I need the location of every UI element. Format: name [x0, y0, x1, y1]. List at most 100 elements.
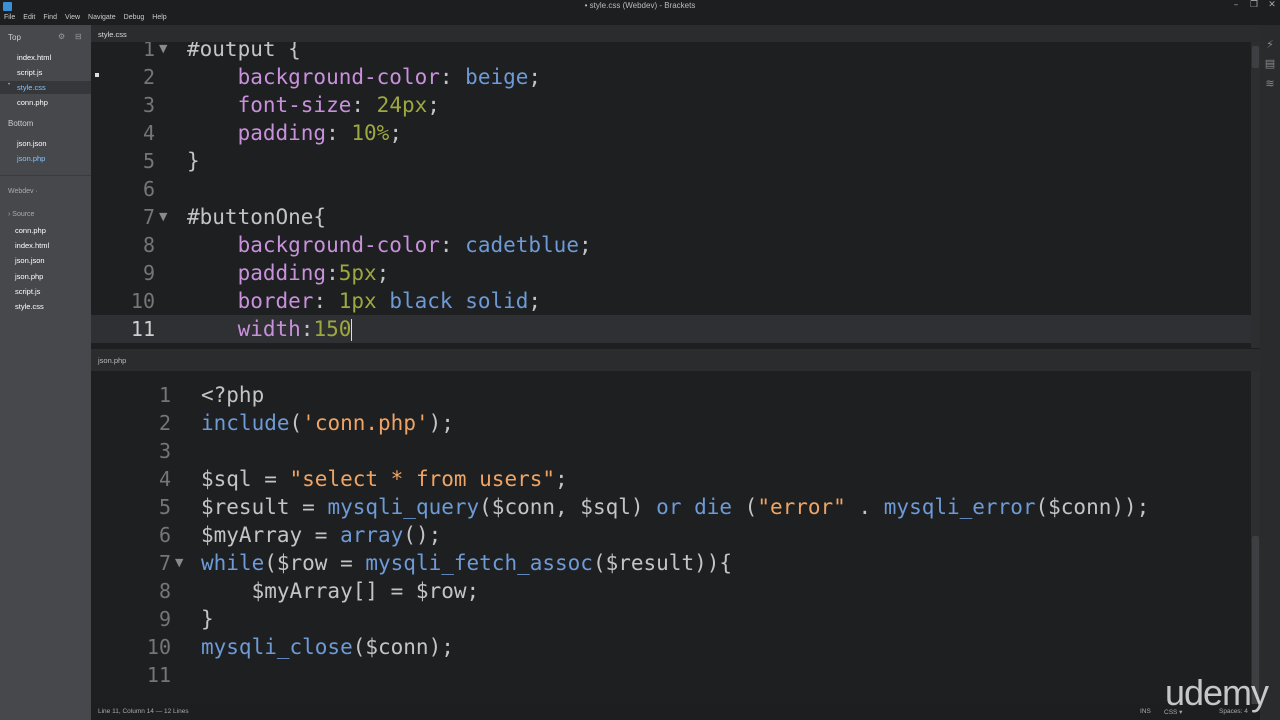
- maximize-button[interactable]: ❐: [1244, 0, 1264, 10]
- menu-find[interactable]: Find: [39, 12, 61, 25]
- code-line: font-size: 24px;: [187, 91, 440, 119]
- menu-debug[interactable]: Debug: [120, 12, 149, 25]
- code-line: $myArray[] = $row;: [201, 577, 480, 605]
- code-token: mysqli_close: [201, 635, 353, 659]
- gear-icon[interactable]: ⚙: [58, 32, 65, 41]
- code-token: background-color: [187, 65, 440, 89]
- working-file-conn-php[interactable]: conn.php: [17, 98, 48, 107]
- bottom-pane-tab[interactable]: json.php: [98, 356, 126, 365]
- top-editor-pane[interactable]: 1 ▼ #output {2 background-color: beige; 3 f…: [91, 42, 1251, 348]
- udemy-watermark: udemy: [1164, 672, 1269, 713]
- code-token: "error": [757, 495, 846, 519]
- project-dropdown[interactable]: Webdev ·: [8, 188, 38, 195]
- close-button[interactable]: ✕: [1262, 0, 1280, 10]
- bottom-file-json-php[interactable]: json.php: [17, 154, 45, 163]
- line-number: 10: [146, 635, 171, 659]
- code-token: mysqli_fetch_assoc: [365, 551, 593, 575]
- menu-help[interactable]: Help: [148, 12, 170, 25]
- code-token: 24px: [376, 93, 428, 117]
- code-token: 5px: [338, 261, 377, 285]
- live-preview-icon[interactable]: ⚡: [1264, 39, 1276, 51]
- code-token: $result =: [201, 495, 328, 519]
- code-token: padding: [187, 261, 327, 285]
- line-number: 4: [158, 467, 171, 491]
- code-token: ($result)){: [592, 551, 733, 575]
- code-token: ($conn));: [1035, 495, 1150, 519]
- working-files-bottom-label: Bottom: [8, 119, 34, 128]
- code-token: border: [187, 289, 314, 313]
- code-token: :: [313, 289, 339, 313]
- code-token: :: [351, 93, 377, 117]
- code-token: <?php: [201, 383, 265, 407]
- fold-arrow-icon[interactable]: ▼: [159, 42, 167, 55]
- code-line: width:150: [187, 315, 353, 343]
- extension-manager-icon[interactable]: ▤: [1264, 58, 1276, 70]
- working-file-style-css[interactable]: style.css: [17, 83, 46, 92]
- code-token: ($conn);: [352, 635, 454, 659]
- source-folder[interactable]: › Source: [8, 211, 34, 218]
- code-token: ;: [376, 261, 390, 285]
- bottom-editor-pane[interactable]: 1 <?php 2 include('conn.php'); 3 4 $sql = "sel…: [91, 371, 1251, 704]
- minimize-button[interactable]: –: [1226, 0, 1246, 10]
- code-token: while: [201, 551, 265, 575]
- project-file-json-php[interactable]: json.php: [15, 272, 43, 281]
- menu-navigate[interactable]: Navigate: [84, 12, 120, 25]
- working-file-index-html[interactable]: index.html: [17, 53, 51, 62]
- menu-edit[interactable]: Edit: [19, 12, 39, 25]
- code-token: beige: [465, 65, 529, 89]
- bottom-pane-scrollbar[interactable]: [1251, 371, 1260, 706]
- code-line: padding: 10%;: [187, 119, 402, 147]
- line-number: 3: [142, 93, 155, 117]
- line-number: 9: [142, 261, 155, 285]
- sidebar-divider: [0, 175, 91, 176]
- line-number: 2: [142, 65, 155, 89]
- top-pane-scrollbar[interactable]: [1251, 42, 1260, 348]
- project-file-conn-php[interactable]: conn.php: [15, 226, 46, 235]
- project-file-json-json[interactable]: json.json: [15, 256, 45, 265]
- code-line: padding:5px;: [187, 259, 390, 287]
- code-token: black: [389, 289, 453, 313]
- dirty-dot-icon: •: [8, 82, 11, 88]
- menu-file[interactable]: File: [0, 12, 19, 25]
- code-line: $sql = "select * from users";: [201, 465, 568, 493]
- line-number: 5: [142, 149, 155, 173]
- insert-mode-indicator[interactable]: INS: [1140, 708, 1151, 715]
- change-marker: [95, 73, 99, 77]
- line-number: 4: [142, 121, 155, 145]
- code-token: #output {: [187, 42, 301, 61]
- code-token: :: [300, 317, 314, 341]
- working-file-script-js[interactable]: script.js: [17, 68, 42, 77]
- code-token: ();: [403, 523, 442, 547]
- split-view-icon[interactable]: ⊟: [75, 32, 82, 41]
- code-token: 10%: [351, 121, 390, 145]
- code-token: "select * from users": [289, 467, 556, 491]
- code-token: mysqli_query: [327, 495, 480, 519]
- bottom-file-json-json[interactable]: json.json: [17, 139, 47, 148]
- code-token: font-size: [187, 93, 352, 117]
- line-number: 7: [158, 551, 171, 575]
- top-pane-tab[interactable]: style.css: [98, 30, 127, 39]
- code-line: background-color: beige;: [187, 63, 541, 91]
- code-line: include('conn.php');: [201, 409, 454, 437]
- code-token: (: [289, 411, 303, 435]
- code-token: or die: [656, 495, 733, 519]
- line-number: 6: [158, 523, 171, 547]
- fold-arrow-icon[interactable]: ▼: [159, 210, 167, 223]
- line-number: 11: [146, 663, 171, 687]
- layers-icon[interactable]: ≋: [1264, 78, 1276, 90]
- fold-arrow-icon[interactable]: ▼: [175, 556, 183, 569]
- code-token: :: [439, 65, 466, 89]
- code-token: }: [201, 607, 214, 631]
- menu-bar: File Edit Find View Navigate Debug Help: [0, 12, 1280, 25]
- code-token: #buttonOne{: [187, 205, 327, 229]
- code-token: );: [428, 411, 454, 435]
- code-token: ;: [528, 289, 542, 313]
- project-file-style-css[interactable]: style.css: [15, 302, 44, 311]
- project-file-index-html[interactable]: index.html: [15, 241, 49, 250]
- top-pane-scroll-thumb[interactable]: [1252, 46, 1259, 68]
- menu-view[interactable]: View: [61, 12, 84, 25]
- project-file-script-js[interactable]: script.js: [15, 287, 40, 296]
- code-line: #output {: [187, 42, 301, 63]
- code-token: ;: [555, 467, 568, 491]
